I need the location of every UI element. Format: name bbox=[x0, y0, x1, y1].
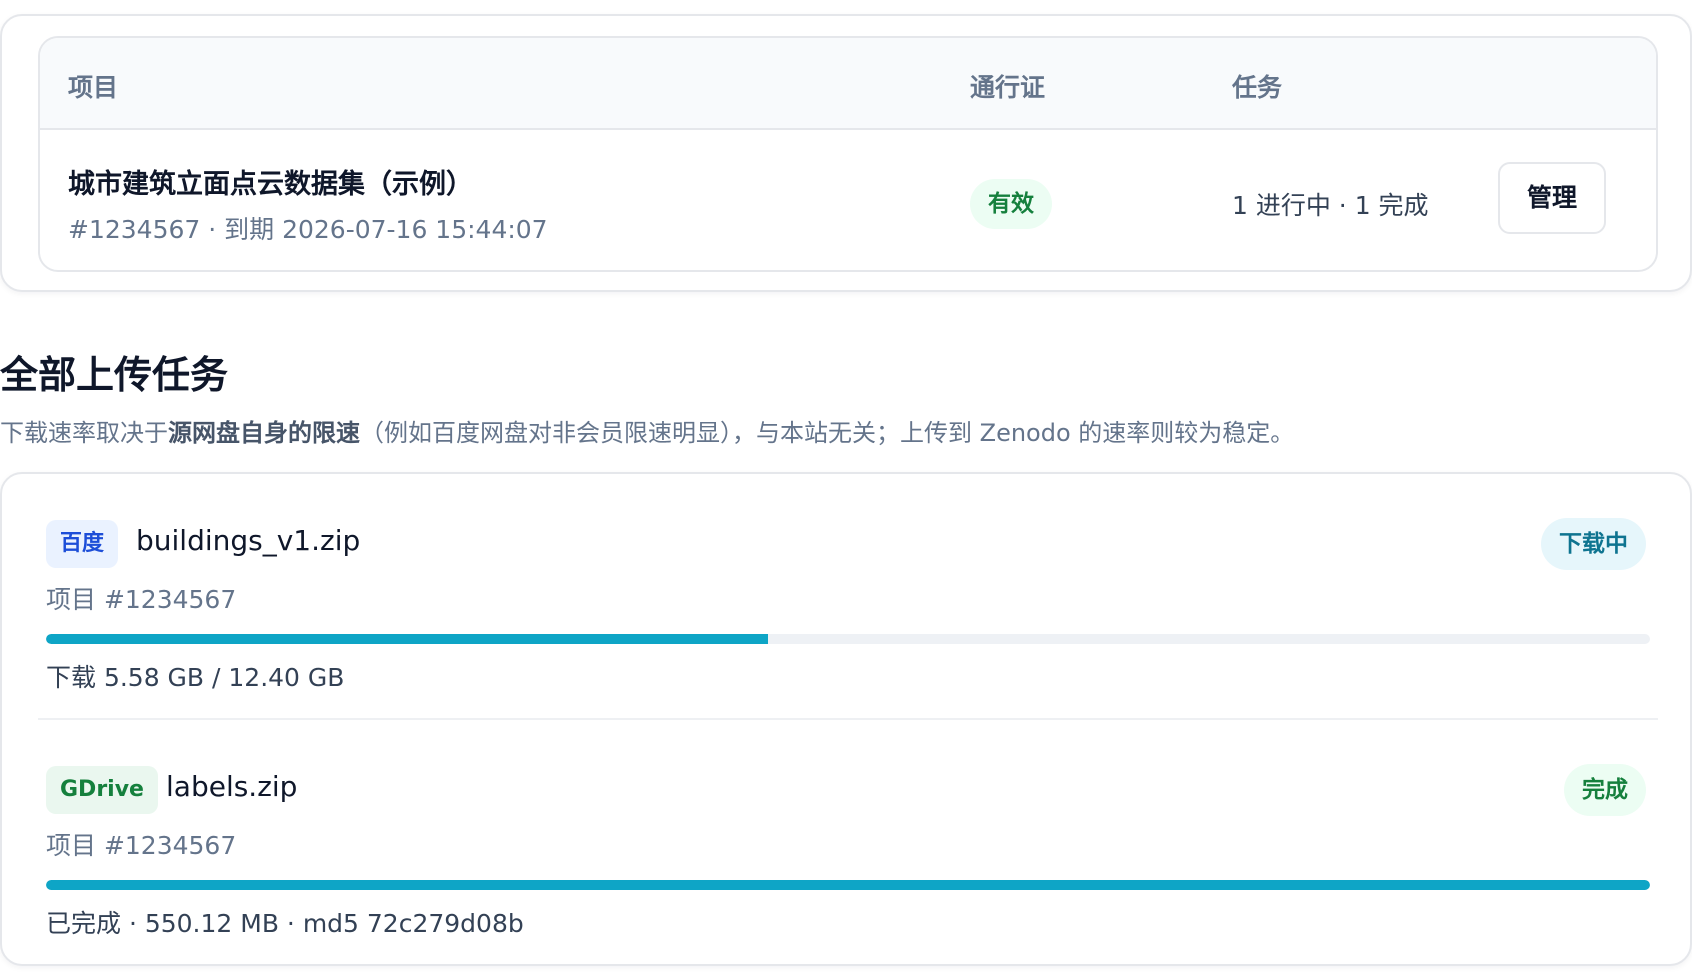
project-title: 城市建筑立面点云数据集（示例） bbox=[68, 169, 473, 200]
file-name: buildings_v1.zip bbox=[136, 524, 361, 557]
project-ref: 项目 #1234567 bbox=[46, 585, 237, 614]
page: 项目 通行证 任务 城市建筑立面点云数据集（示例） #1234567 · 到期 … bbox=[0, 0, 1692, 980]
table-row: 城市建筑立面点云数据集（示例） #1234567 · 到期 2026-07-16… bbox=[40, 130, 1656, 270]
speed-note-bold: 源网盘自身的限速 bbox=[168, 419, 360, 447]
list-item: GDrive labels.zip 完成 项目 #1234567 已完成 · 5… bbox=[2, 720, 1690, 966]
table-header: 项目 通行证 任务 bbox=[40, 38, 1656, 130]
speed-note: 下载速率取决于源网盘自身的限速（例如百度网盘对非会员限速明显），与本站无关；上传… bbox=[0, 413, 1294, 448]
tasks-summary: 1 进行中 · 1 完成 bbox=[1232, 191, 1429, 220]
list-item: 百度 buildings_v1.zip 下载中 项目 #1234567 下载 5… bbox=[2, 474, 1690, 720]
file-name: labels.zip bbox=[166, 770, 298, 803]
column-header-project: 项目 bbox=[68, 73, 119, 102]
column-header-tasks: 任务 bbox=[1232, 73, 1283, 102]
uploads-section-title: 全部上传任务 bbox=[0, 353, 229, 397]
manage-button[interactable]: 管理 bbox=[1498, 162, 1606, 234]
pass-status-badge: 有效 bbox=[970, 179, 1052, 229]
speed-note-suffix: （例如百度网盘对非会员限速明显），与本站无关；上传到 Zenodo 的速率则较为… bbox=[360, 419, 1295, 447]
projects-table: 项目 通行证 任务 城市建筑立面点云数据集（示例） #1234567 · 到期 … bbox=[38, 36, 1658, 272]
progress-fill bbox=[46, 634, 768, 644]
progress-fill bbox=[46, 880, 1650, 890]
project-meta: #1234567 · 到期 2026-07-16 15:44:07 bbox=[68, 215, 548, 244]
progress-bar bbox=[46, 880, 1650, 890]
upload-tasks-card: 百度 buildings_v1.zip 下载中 项目 #1234567 下载 5… bbox=[0, 472, 1692, 966]
status-badge: 下载中 bbox=[1541, 518, 1646, 570]
column-header-pass: 通行证 bbox=[970, 73, 1046, 102]
source-badge: GDrive bbox=[46, 766, 158, 814]
projects-card: 项目 通行证 任务 城市建筑立面点云数据集（示例） #1234567 · 到期 … bbox=[0, 14, 1692, 292]
speed-note-prefix: 下载速率取决于 bbox=[0, 419, 168, 447]
progress-bar bbox=[46, 634, 1650, 644]
project-ref: 项目 #1234567 bbox=[46, 831, 237, 860]
source-badge: 百度 bbox=[46, 520, 119, 568]
progress-text: 已完成 · 550.12 MB · md5 72c279d08b bbox=[46, 909, 524, 938]
progress-text: 下载 5.58 GB / 12.40 GB bbox=[46, 663, 345, 692]
status-badge: 完成 bbox=[1564, 764, 1646, 816]
